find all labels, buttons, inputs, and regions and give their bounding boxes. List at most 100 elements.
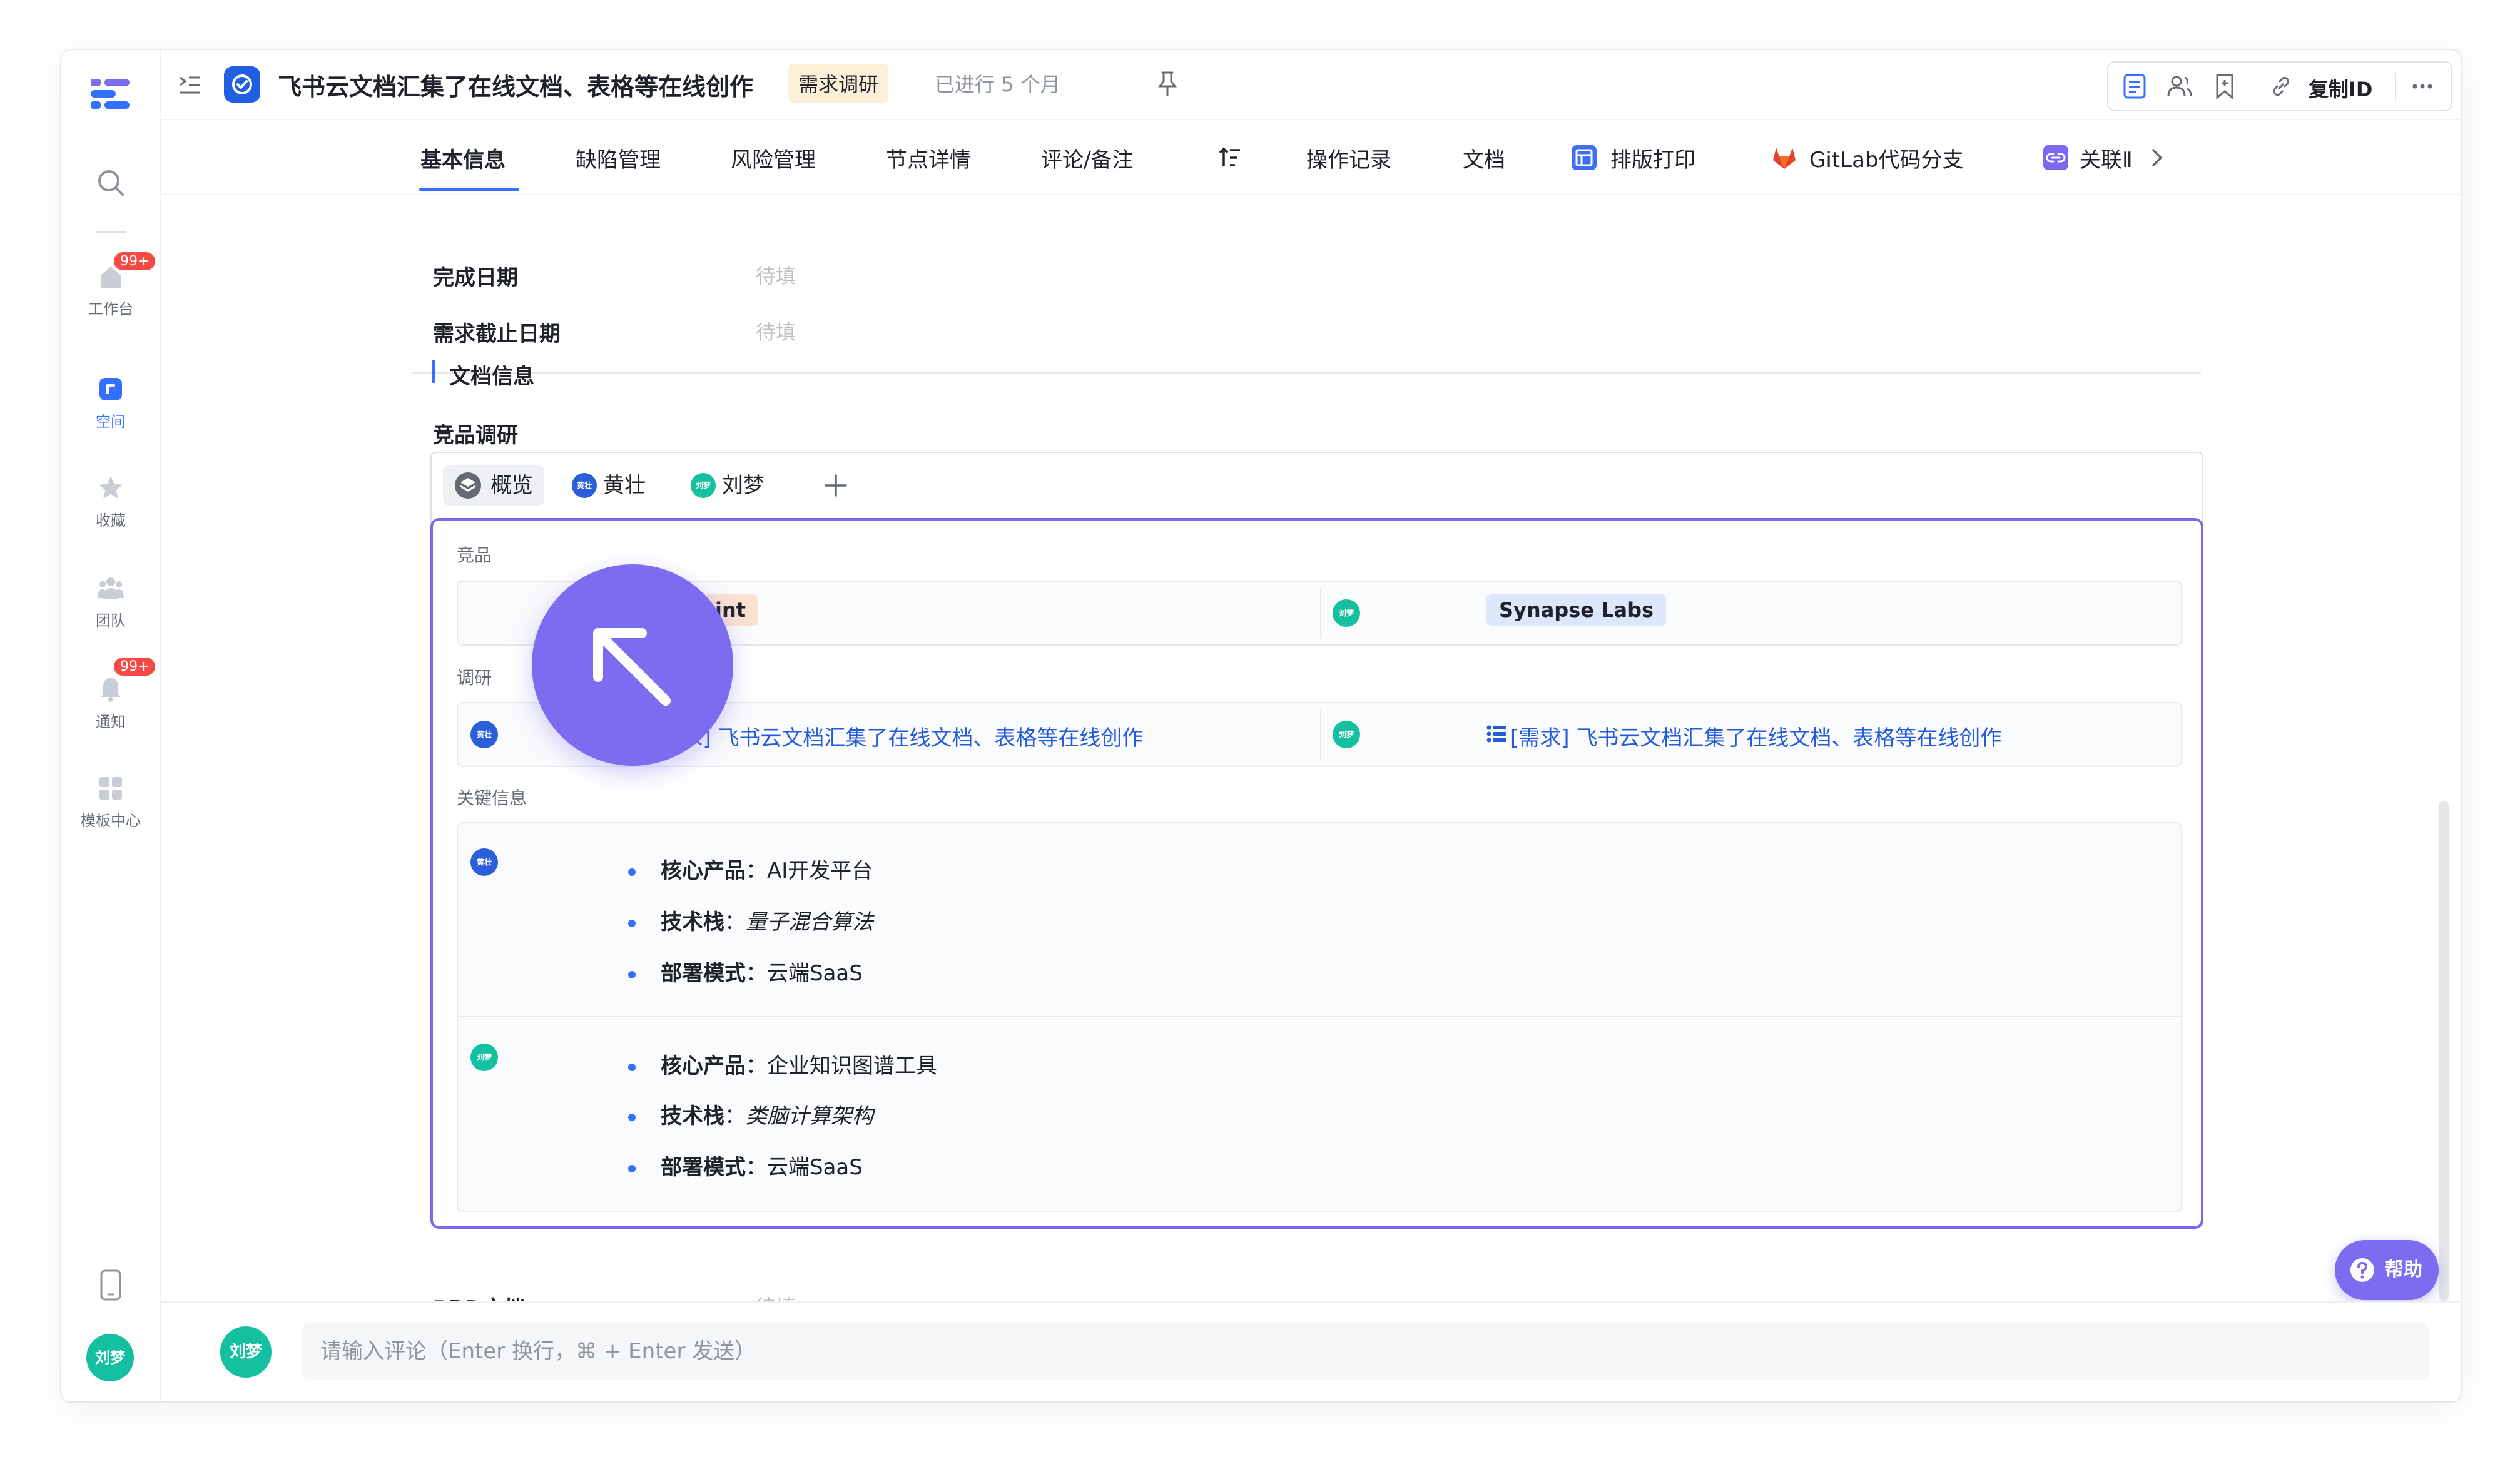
sidebar-item-notifications[interactable]: 99+ 通知	[61, 656, 160, 731]
space-icon	[99, 378, 122, 400]
tab-gitlab[interactable]: GitLab代码分支	[1809, 143, 1963, 173]
sidebar-item-label: 工作台	[88, 300, 133, 318]
key-info-item: 核心产品：AI开发平台	[628, 853, 873, 884]
divider	[2395, 73, 2396, 100]
research-doc-link[interactable]: [需求] 飞书云文档汇集了在线文档、表格等在线创作	[1510, 721, 2001, 751]
deadline-value[interactable]: 待填	[756, 317, 796, 345]
section-marker	[432, 360, 435, 383]
help-button[interactable]: 帮助	[2335, 1240, 2439, 1300]
tab-risks[interactable]: 风险管理	[731, 143, 816, 173]
plus-icon[interactable]	[823, 473, 848, 498]
competitor-chip[interactable]: Synapse Labs	[1486, 594, 1667, 626]
key-info-label: 关键信息	[457, 788, 527, 808]
sidebar-item-search[interactable]	[61, 168, 160, 200]
complete-date-label: 完成日期	[433, 265, 518, 290]
phone-icon	[100, 1269, 121, 1301]
column-divider	[1320, 588, 1321, 638]
search-icon	[98, 170, 124, 196]
expand-sidebar-icon[interactable]	[178, 73, 203, 98]
help-label: 帮助	[2385, 1259, 2422, 1281]
card-tab-liumeng[interactable]: 刘梦 刘梦	[682, 465, 776, 506]
avatar: 刘梦	[1333, 721, 1360, 748]
key-info-box: 黄壮 核心产品：AI开发平台 技术栈：量子混合算法 部署模式：云端SaaS 刘梦…	[457, 822, 2182, 1212]
sort-icon[interactable]	[1217, 145, 1242, 170]
relation-icon	[2043, 145, 2068, 170]
elapsed-time: 已进行 5 个月	[935, 73, 1060, 96]
task-type-icon	[224, 66, 260, 103]
status-tag[interactable]: 需求调研	[788, 64, 889, 103]
row-divider	[458, 1016, 2181, 1017]
arrow-up-left-icon	[593, 628, 671, 706]
key-info-item: 技术栈：类脑计算架构	[628, 1099, 873, 1129]
tab-bar: 基本信息 缺陷管理 风险管理 节点详情 评论/备注 操作记录 文档 排版打印 G…	[161, 120, 2461, 195]
rail-divider	[96, 231, 126, 233]
question-icon	[2350, 1258, 2374, 1282]
avatar: 刘梦	[1333, 599, 1360, 627]
sidebar-item-space[interactable]: 空间	[61, 375, 160, 431]
sidebar-item-label: 模板中心	[81, 812, 141, 830]
research-label: 调研	[457, 668, 492, 688]
layers-icon	[455, 472, 481, 499]
avatar: 刘梦	[470, 1044, 498, 1071]
requirement-icon	[1486, 725, 1506, 743]
section-title: 文档信息	[449, 364, 534, 389]
table-title: 竞品调研	[433, 423, 518, 448]
chevron-right-icon[interactable]	[2147, 146, 2166, 169]
more-icon[interactable]	[2409, 73, 2436, 100]
tab-basic-info[interactable]: 基本信息	[420, 143, 506, 173]
header-actions: 复制ID	[2107, 61, 2452, 111]
avatar: 黄壮	[572, 473, 597, 498]
workbench-badge: 99+	[112, 250, 158, 272]
tab-related[interactable]: 关联Ⅱ	[2080, 143, 2133, 173]
deadline-label: 需求截止日期	[433, 322, 561, 347]
competitor-label: 竞品	[457, 545, 492, 566]
members-icon[interactable]	[2166, 73, 2193, 100]
key-info-item: 核心产品：企业知识图谱工具	[628, 1049, 937, 1079]
sidebar-item-team[interactable]: 团队	[61, 574, 160, 630]
tab-layout-print[interactable]: 排版打印	[1610, 143, 1695, 173]
header: 飞书云文档汇集了在线文档、表格等在线创作 需求调研 已进行 5 个月 复制ID	[161, 50, 2461, 120]
complete-date-value[interactable]: 待填	[756, 260, 796, 289]
sidebar-item-templates[interactable]: 模板中心	[61, 775, 160, 830]
comment-bar: 刘梦	[161, 1301, 2461, 1401]
comment-input[interactable]	[302, 1323, 2429, 1380]
sidebar-item-label: 空间	[96, 413, 126, 430]
bookmark-icon[interactable]	[2211, 73, 2238, 100]
avatar: 黄壮	[470, 721, 498, 748]
sidebar-item-label: 收藏	[96, 512, 126, 529]
bell-icon	[101, 678, 121, 702]
card-tab-label: 刘梦	[722, 473, 765, 498]
research-doc-link[interactable]: [需求] 飞书云文档汇集了在线文档、表格等在线创作	[652, 721, 1143, 751]
tab-node-details[interactable]: 节点详情	[886, 143, 971, 173]
mobile-button[interactable]	[61, 1269, 160, 1304]
main-content: 完成日期 待填 需求截止日期 待填 文档信息 竞品调研 概览 黄壮 黄壮 刘梦 …	[161, 195, 2461, 1303]
star-icon	[99, 476, 123, 499]
pin-icon[interactable]	[1155, 70, 1180, 98]
copy-id-button[interactable]: 复制ID	[2309, 74, 2372, 103]
card-tab-label: 黄壮	[603, 473, 646, 498]
sidebar-item-favorites[interactable]: 收藏	[61, 474, 160, 530]
tab-comments[interactable]: 评论/备注	[1041, 143, 1133, 173]
left-rail: 99+ 工作台 空间 收藏 团队 99+ 通知 模板中心 刘梦	[61, 50, 161, 1401]
avatar: 刘梦	[691, 473, 716, 498]
sidebar-item-workbench[interactable]: 99+ 工作台	[61, 250, 160, 318]
user-avatar[interactable]: 刘梦	[86, 1334, 134, 1381]
tab-operation-log[interactable]: 操作记录	[1306, 143, 1391, 173]
key-info-item: 部署模式：云端SaaS	[628, 956, 863, 987]
tab-defects[interactable]: 缺陷管理	[576, 143, 661, 173]
doc-view-icon[interactable]	[2121, 73, 2148, 100]
card-tabs: 概览 黄壮 黄壮 刘梦 刘梦	[432, 453, 2202, 518]
section-divider	[412, 372, 2201, 374]
tab-docs[interactable]: 文档	[1463, 143, 1505, 173]
card-tab-huangzhuang[interactable]: 黄壮 黄壮	[563, 465, 657, 506]
app-logo[interactable]	[61, 75, 160, 113]
scrollbar[interactable]	[2439, 801, 2449, 1301]
logo-icon	[91, 79, 130, 109]
active-tab-indicator	[419, 188, 519, 191]
avatar: 黄壮	[470, 848, 498, 876]
layout-print-icon	[1572, 145, 1597, 170]
card-tab-label: 概览	[490, 473, 533, 498]
card-tab-overview[interactable]: 概览	[443, 465, 544, 506]
column-divider	[1320, 709, 1321, 760]
key-info-item: 技术栈：量子混合算法	[628, 905, 873, 935]
